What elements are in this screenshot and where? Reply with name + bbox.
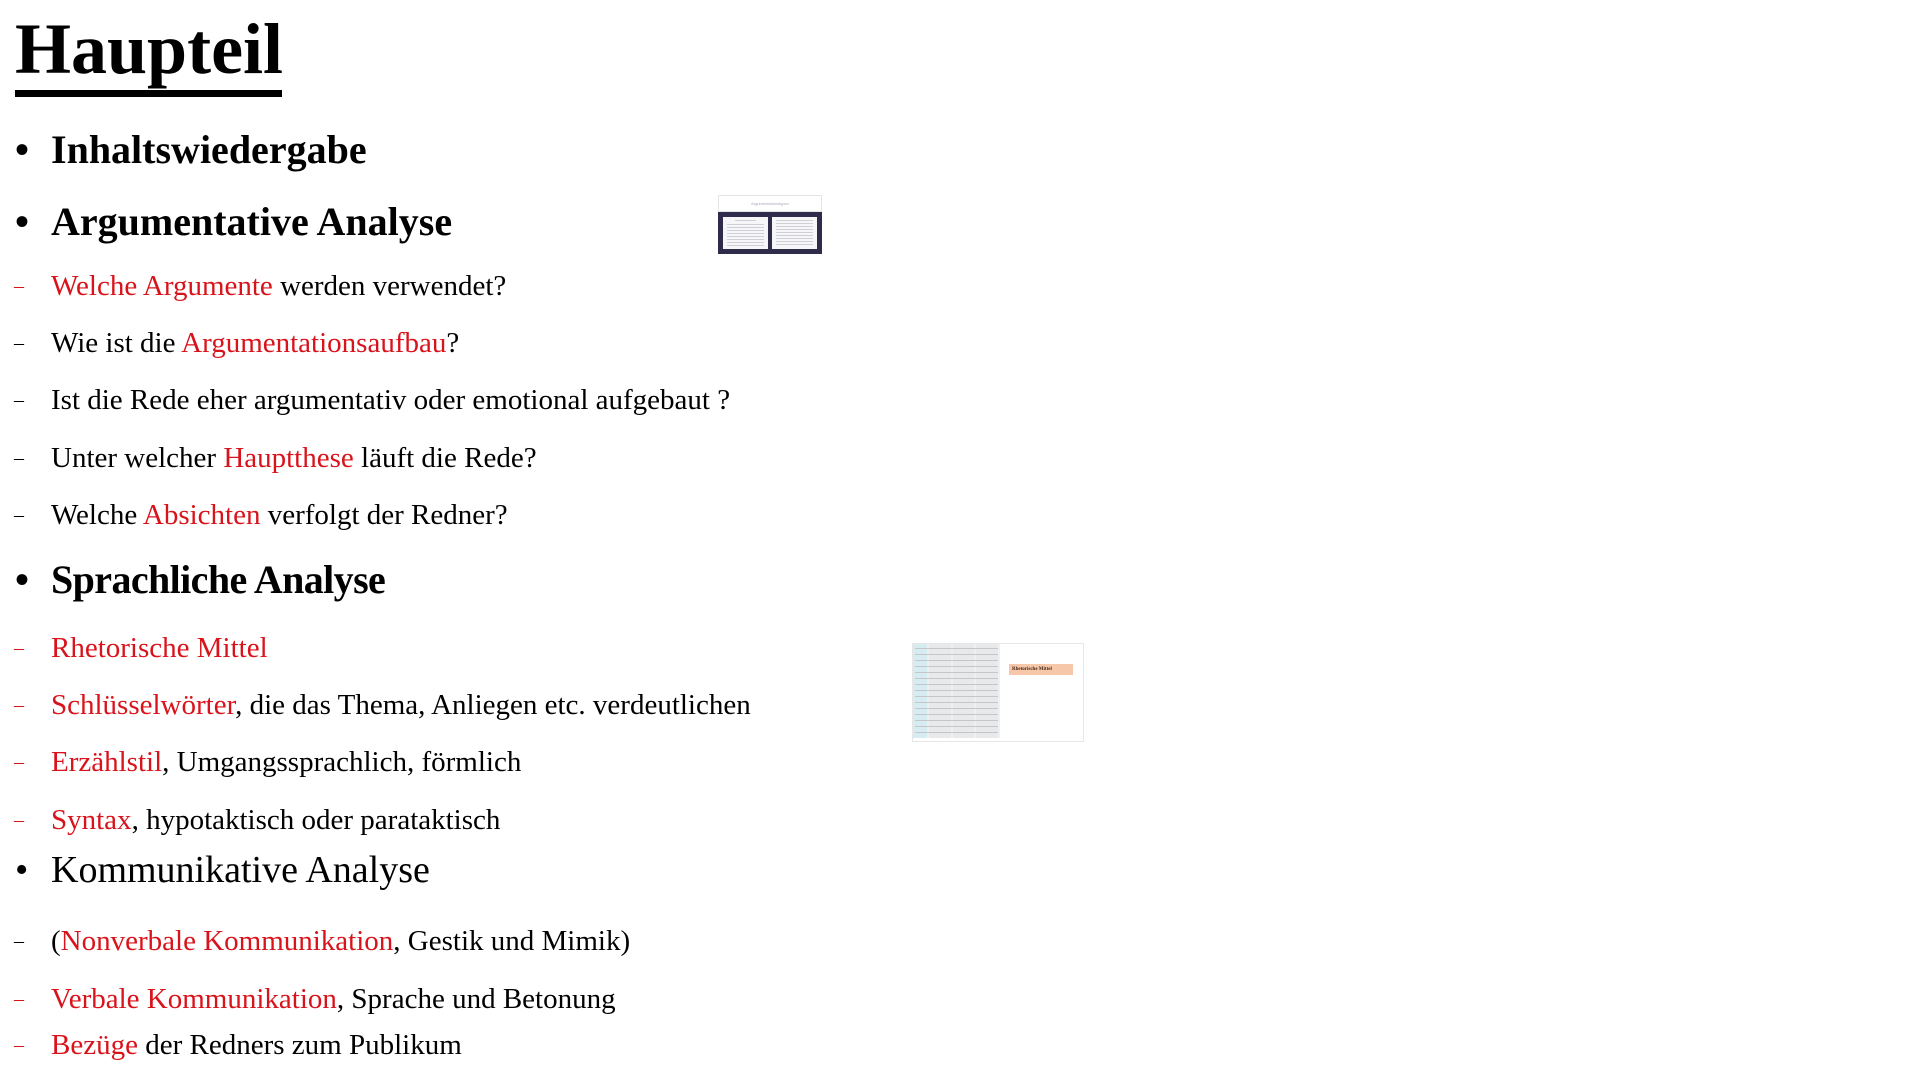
bullet-icon: • xyxy=(15,127,30,172)
dash-icon: – xyxy=(14,332,24,354)
title-underline xyxy=(15,90,282,97)
dash-icon: – xyxy=(14,275,24,297)
dash-icon: – xyxy=(14,1034,24,1056)
thumbnail-frame xyxy=(718,212,822,254)
page-title: Haupteil xyxy=(15,9,284,89)
thumbnail-panel-right xyxy=(772,217,817,249)
dash-icon: – xyxy=(14,389,24,411)
dash-icon: – xyxy=(14,988,24,1010)
dash-icon: – xyxy=(14,809,24,831)
thumbnail-panel-left xyxy=(723,217,768,249)
rhetorik-thumbnail[interactable]: Rhetorische Mittel xyxy=(912,643,1084,742)
dash-icon: – xyxy=(14,751,24,773)
bullet-icon: • xyxy=(15,849,29,891)
bullet-icon: • xyxy=(15,557,29,602)
dash-icon: – xyxy=(14,930,24,952)
bullet-icon: • xyxy=(15,199,30,244)
dash-icon: – xyxy=(14,694,24,716)
thumbnail-tag: Rhetorische Mittel xyxy=(1009,664,1073,675)
dash-icon: – xyxy=(14,447,24,469)
dash-icon: – xyxy=(14,504,24,526)
thumbnail-header: Argumentationstypen xyxy=(718,195,822,212)
thumbnail-table xyxy=(913,644,1000,738)
argumentation-thumbnail[interactable]: Argumentationstypen xyxy=(718,195,822,254)
dash-icon: – xyxy=(14,637,24,659)
